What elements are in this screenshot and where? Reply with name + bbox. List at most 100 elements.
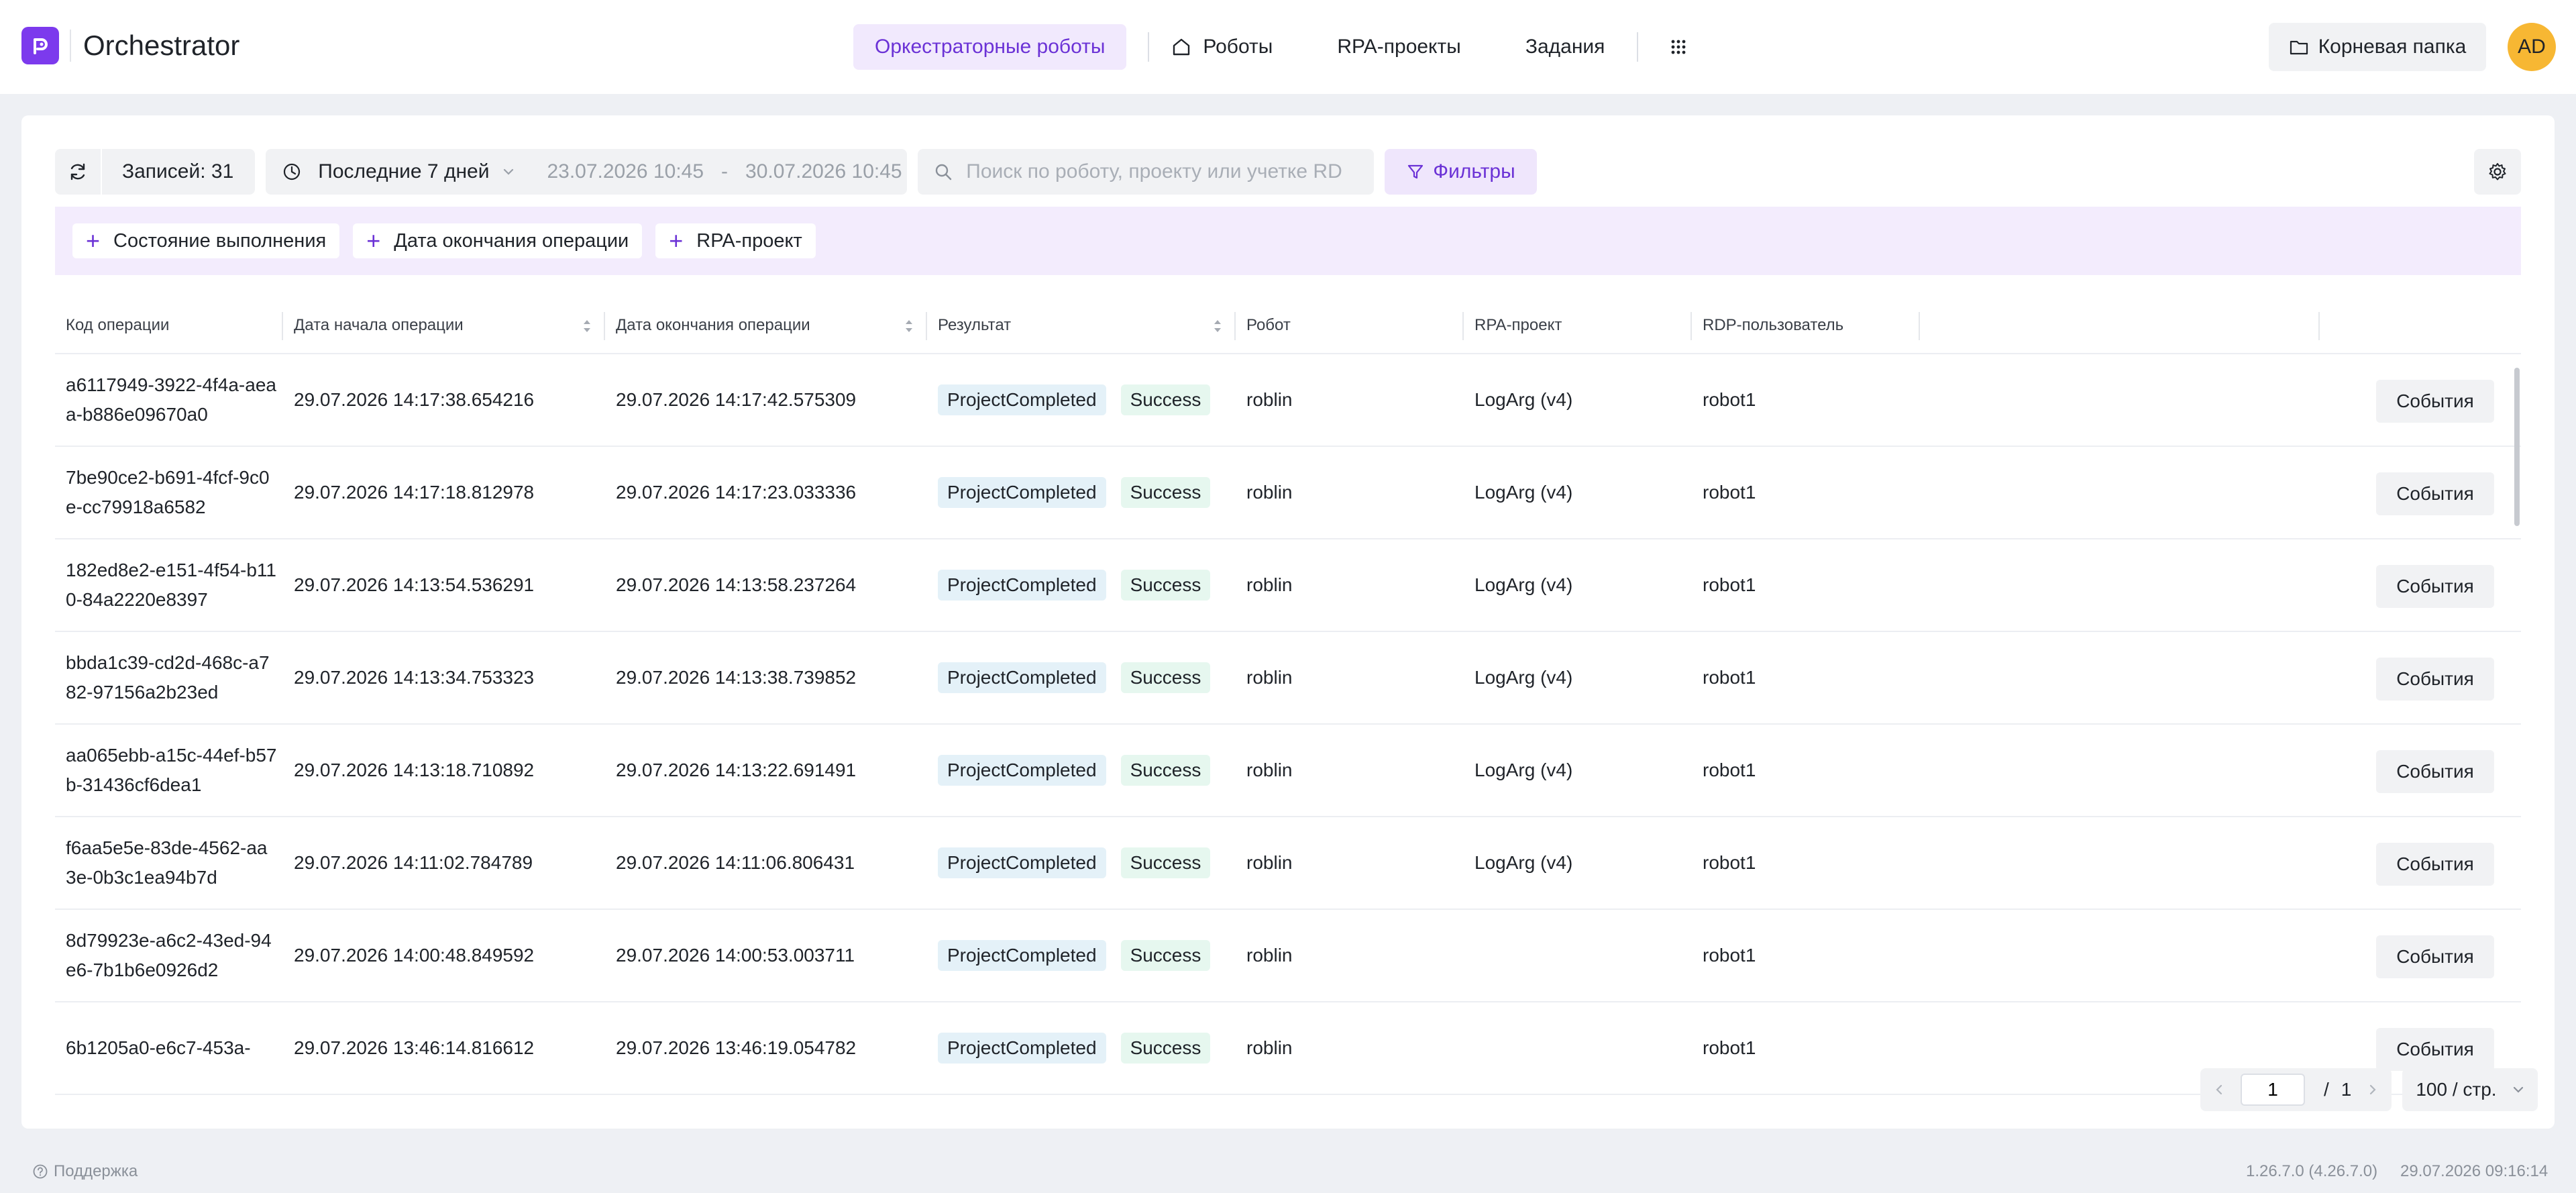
page-size-select[interactable]: 100 / стр. [2402, 1068, 2538, 1111]
col-spacer [1920, 297, 2320, 354]
col-label: RPA-проект [1474, 316, 1562, 334]
cell-robot: roblin [1246, 389, 1293, 410]
filters-label: Фильтры [1433, 160, 1515, 183]
cell-rpa-project [1464, 1002, 1692, 1094]
cell-robot: roblin [1246, 760, 1293, 780]
events-button[interactable]: События [2376, 565, 2494, 608]
cell-end-date: 29.07.2026 13:46:19.054782 [616, 1037, 857, 1058]
cell-start-date: 29.07.2026 14:13:54.536291 [294, 574, 535, 595]
col-label: RDP-пользователь [1703, 316, 1844, 334]
cell-result: ProjectCompleted Success [927, 354, 1236, 446]
cell-end-date: 29.07.2026 14:00:53.003711 [616, 945, 855, 966]
cell-operation-code: 8d79923e-a6c2-43ed-94e6-7b1b6e0926d2 [66, 930, 272, 980]
nav-separator-2 [1637, 32, 1639, 62]
events-button[interactable]: События [2376, 380, 2494, 423]
cell-rdp-user: robot1 [1703, 760, 1756, 780]
result-tag: ProjectCompleted [938, 570, 1106, 601]
table-row[interactable]: f6aa5e5e-83de-4562-aa3e-0b3c1ea94b7d 29.0… [55, 817, 2521, 910]
table-row[interactable]: a6117949-3922-4f4a-aeaa-b886e09670a0 29.0… [55, 354, 2521, 447]
nav-rpa-projects-label: RPA-проекты [1337, 36, 1461, 58]
result-tag: ProjectCompleted [938, 384, 1106, 415]
cell-rdp-user: robot1 [1703, 574, 1756, 595]
events-button[interactable]: События [2376, 1028, 2494, 1071]
cell-rdp-user: robot1 [1703, 667, 1756, 688]
col-label: Дата начала операции [294, 316, 464, 334]
build-time: 29.07.2026 09:16:14 [2400, 1162, 2548, 1180]
refresh-button[interactable] [55, 149, 102, 195]
scrollbar-thumb[interactable] [2514, 368, 2520, 526]
date-range-picker[interactable]: Последние 7 дней 23.07.2026 10:45 - 30.0… [266, 149, 908, 195]
cell-end-date: 29.07.2026 14:17:42.575309 [616, 389, 857, 410]
refresh-icon [70, 163, 85, 180]
gear-icon [2489, 163, 2506, 180]
table-header: Код операции Дата начала операции Дата о… [55, 298, 2521, 354]
cell-rpa-project: LogArg (v4) [1474, 482, 1573, 503]
grid-icon [1672, 40, 1686, 54]
root-folder-button[interactable]: Корневая папка [2269, 23, 2486, 71]
page-number-input[interactable] [2241, 1074, 2305, 1106]
sort-icon[interactable] [1212, 316, 1224, 336]
col-end-date[interactable]: Дата окончания операции [605, 297, 927, 354]
table-row[interactable]: 6b1205a0-e6c7-453a- 29.07.2026 13:46:14.8… [55, 1002, 2521, 1095]
filters-button[interactable]: Фильтры [1385, 149, 1537, 195]
logo-divider [70, 30, 71, 62]
chip-end-date[interactable]: + Дата окончания операции [353, 223, 643, 258]
col-start-date[interactable]: Дата начала операции [283, 297, 605, 354]
col-label: Результат [938, 316, 1012, 334]
app-logo[interactable] [21, 27, 59, 64]
sort-icon[interactable] [903, 316, 915, 336]
col-label: Код операции [66, 316, 170, 334]
cell-robot: roblin [1246, 482, 1293, 503]
chip-execution-state[interactable]: + Состояние выполнения [72, 223, 340, 258]
user-avatar[interactable]: AD [2508, 23, 2556, 71]
search-input[interactable] [966, 160, 1342, 183]
page-size-label: 100 / стр. [2416, 1079, 2497, 1100]
events-button[interactable]: События [2376, 750, 2494, 793]
cell-rpa-project: LogArg (v4) [1474, 667, 1573, 688]
app-title: Orchestrator [83, 30, 240, 61]
support-link[interactable]: Поддержка [32, 1162, 138, 1181]
status-badge: Success [1120, 755, 1211, 786]
chip-rpa-project[interactable]: + RPA-проект [655, 223, 816, 258]
cell-result: ProjectCompleted Success [927, 724, 1236, 817]
events-button[interactable]: События [2376, 472, 2494, 515]
cell-operation-code: 7be90ce2-b691-4fcf-9c0e-cc79918a6582 [66, 467, 270, 517]
table-row[interactable]: aa065ebb-a15c-44ef-b57b-31436cf6dea1 29.0… [55, 725, 2521, 817]
events-button[interactable]: События [2376, 843, 2494, 886]
result-tag: ProjectCompleted [938, 940, 1106, 971]
col-result[interactable]: Результат [927, 297, 1236, 354]
nav-orchestrator-robots[interactable]: Оркестраторные роботы [853, 24, 1127, 70]
plus-icon: + [366, 227, 381, 254]
table-row[interactable]: 8d79923e-a6c2-43ed-94e6-7b1b6e0926d2 29.0… [55, 910, 2521, 1002]
table-row[interactable]: 182ed8e2-e151-4f54-b110-84a2220e8397 29.0… [55, 539, 2521, 632]
filter-chip-bar: + Состояние выполнения + Дата окончания … [55, 207, 2521, 275]
cell-start-date: 29.07.2026 13:46:14.816612 [294, 1037, 535, 1058]
cell-rpa-project [1464, 909, 1692, 1002]
nav-robots[interactable]: Роботы [1171, 36, 1273, 58]
toolbar: Записей: 31 Последние 7 дней 23.07.2026 … [55, 149, 1537, 195]
events-button[interactable]: События [2376, 935, 2494, 978]
sort-icon[interactable] [581, 316, 593, 336]
date-to[interactable]: 30.07.2026 10:45 [745, 160, 902, 183]
table-settings-button[interactable] [2474, 149, 2521, 195]
cell-robot: roblin [1246, 667, 1293, 688]
chevron-left-icon[interactable] [2212, 1083, 2226, 1096]
chip-label: Дата окончания операции [394, 229, 629, 252]
cell-start-date: 29.07.2026 14:00:48.849592 [294, 945, 535, 966]
result-tag: ProjectCompleted [938, 847, 1106, 878]
table-row[interactable]: bbda1c39-cd2d-468c-a782-97156a2b23ed 29.0… [55, 632, 2521, 725]
cell-robot: roblin [1246, 1037, 1293, 1058]
events-button[interactable]: События [2376, 658, 2494, 701]
cell-result: ProjectCompleted Success [927, 631, 1236, 724]
nav-separator [1148, 32, 1150, 62]
chevron-right-icon[interactable] [2366, 1083, 2379, 1096]
operations-table: Код операции Дата начала операции Дата о… [55, 298, 2521, 1108]
cell-operation-code: bbda1c39-cd2d-468c-a782-97156a2b23ed [66, 652, 270, 703]
date-from[interactable]: 23.07.2026 10:45 [547, 160, 704, 183]
nav-tasks[interactable]: Задания [1525, 36, 1605, 58]
apps-grid-button[interactable] [1670, 39, 1686, 55]
table-row[interactable]: 7be90ce2-b691-4fcf-9c0e-cc79918a6582 29.0… [55, 447, 2521, 539]
nav-rpa-projects[interactable]: RPA-проекты [1337, 36, 1461, 58]
cell-start-date: 29.07.2026 14:13:18.710892 [294, 760, 535, 780]
result-tag: ProjectCompleted [938, 1033, 1106, 1064]
